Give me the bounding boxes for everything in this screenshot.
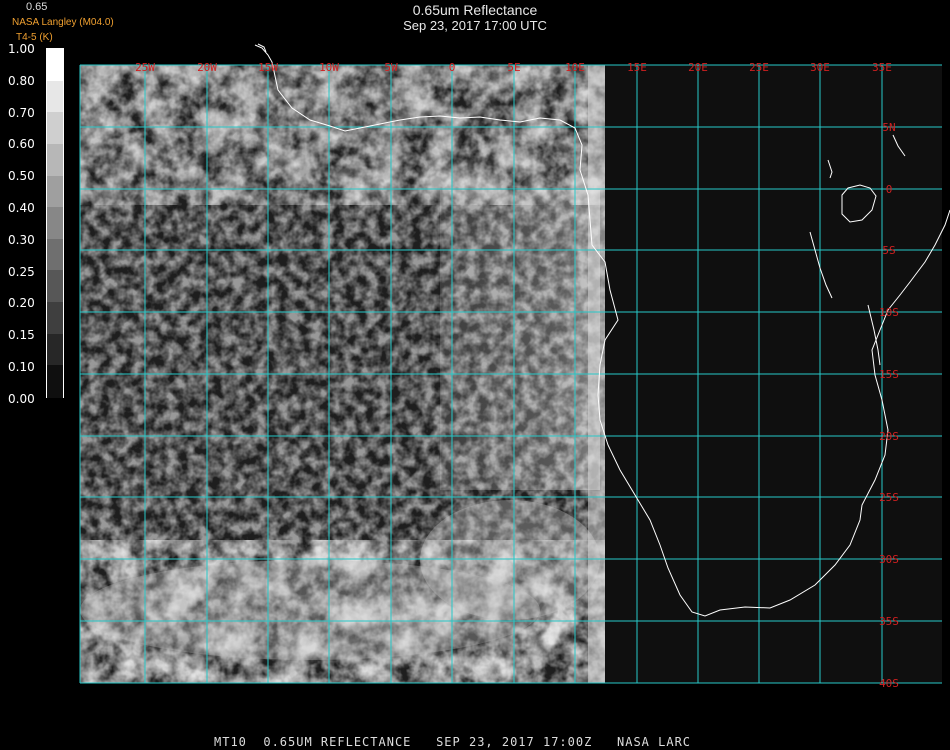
latitude-label: 15S: [879, 368, 899, 381]
longitude-label: 20W: [197, 61, 217, 74]
latitude-label: 30S: [879, 553, 899, 566]
longitude-label: 30E: [810, 61, 830, 74]
longitude-label: 25W: [135, 61, 155, 74]
longitude-label: 15E: [627, 61, 647, 74]
longitude-label: 5W: [384, 61, 398, 74]
latitude-label: 10S: [879, 306, 899, 319]
satellite-map: 25W 20W 15W 10W 5W 0 5E 10E 15E 20E 25E 30E 35E 5N 0 5…: [79, 43, 950, 690]
latitude-label: 5N: [882, 121, 895, 134]
longitude-label: 0: [449, 61, 456, 74]
footer-caption: MT10 0.65UM REFLECTANCE SEP 23, 2017 17:…: [214, 735, 692, 749]
latitude-label: 25S: [879, 491, 899, 504]
latitude-label: 20S: [879, 430, 899, 443]
longitude-label: 20E: [688, 61, 708, 74]
latitude-label: 35S: [879, 615, 899, 628]
latitude-label: 0: [886, 183, 893, 196]
latitude-label: 5S: [882, 244, 895, 257]
longitude-label: 5E: [507, 61, 520, 74]
longitude-label: 15W: [258, 61, 278, 74]
latitude-label: 40S: [879, 677, 899, 690]
longitude-label: 10E: [565, 61, 585, 74]
longitude-label: 25E: [749, 61, 769, 74]
longitude-label: 35E: [872, 61, 892, 74]
longitude-label: 10W: [319, 61, 339, 74]
